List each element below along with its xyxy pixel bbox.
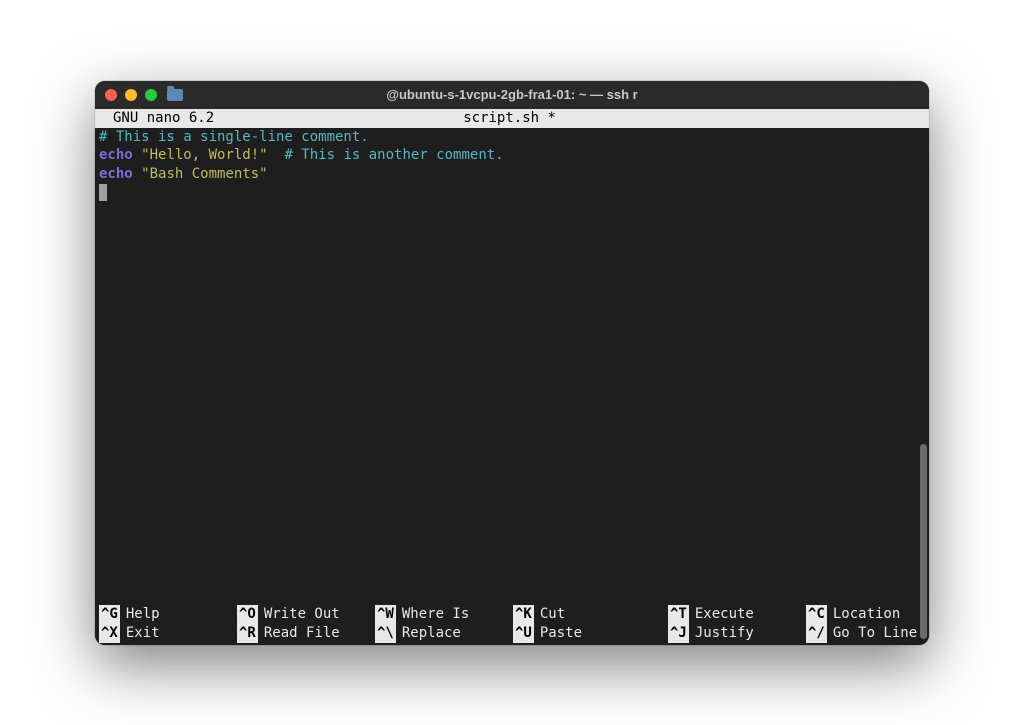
shortcut-read-file[interactable]: ^RRead File xyxy=(237,624,375,643)
shortcut-key: ^\ xyxy=(375,624,396,643)
shortcut-key: ^C xyxy=(806,605,827,624)
window-titlebar: @ubuntu-s-1vcpu-2gb-fra1-01: ~ — ssh r xyxy=(95,81,929,109)
scrollbar-thumb[interactable] xyxy=(920,444,927,639)
string-text: "Bash Comments" xyxy=(141,166,267,182)
shortcut-key: ^G xyxy=(99,605,120,624)
shortcut-where-is[interactable]: ^WWhere Is xyxy=(375,605,513,624)
shortcut-execute[interactable]: ^TExecute xyxy=(668,605,806,624)
folder-icon xyxy=(167,89,183,101)
shortcut-write-out[interactable]: ^OWrite Out xyxy=(237,605,375,624)
shortcut-key: ^O xyxy=(237,605,258,624)
close-icon[interactable] xyxy=(105,89,117,101)
shortcut-label: Justify xyxy=(689,624,754,643)
shortcut-label: Go To Line xyxy=(827,624,917,643)
cursor xyxy=(99,184,107,201)
maximize-icon[interactable] xyxy=(145,89,157,101)
code-line: echo "Bash Comments" xyxy=(99,165,925,184)
shortcut-row: ^XExit ^RRead File ^\Replace ^UPaste ^JJ… xyxy=(99,624,925,643)
shortcut-replace[interactable]: ^\Replace xyxy=(375,624,513,643)
shortcut-paste[interactable]: ^UPaste xyxy=(513,624,668,643)
shortcut-justify[interactable]: ^JJustify xyxy=(668,624,806,643)
shortcut-key: ^/ xyxy=(806,624,827,643)
terminal-window: @ubuntu-s-1vcpu-2gb-fra1-01: ~ — ssh r G… xyxy=(95,81,929,645)
shortcut-key: ^K xyxy=(513,605,534,624)
terminal-body[interactable]: GNU nano 6.2 script.sh * # This is a sin… xyxy=(95,109,929,645)
window-title: @ubuntu-s-1vcpu-2gb-fra1-01: ~ — ssh r xyxy=(386,87,637,102)
shortcut-key: ^X xyxy=(99,624,120,643)
code-line: # This is a single-line comment. xyxy=(99,128,925,147)
shortcut-label: Write Out xyxy=(258,605,340,624)
shortcut-label: Exit xyxy=(120,624,160,643)
comment-text: # This is a single-line comment. xyxy=(99,129,369,145)
comment-text: # This is another comment. xyxy=(284,147,503,163)
shortcut-row: ^GHelp ^OWrite Out ^WWhere Is ^KCut ^TEx… xyxy=(99,605,925,624)
shortcut-label: Execute xyxy=(689,605,754,624)
code-line: echo "Hello, World!" # This is another c… xyxy=(99,146,925,165)
nano-footer: ^GHelp ^OWrite Out ^WWhere Is ^KCut ^TEx… xyxy=(95,605,929,645)
minimize-icon[interactable] xyxy=(125,89,137,101)
shortcut-go-to-line[interactable]: ^/Go To Line xyxy=(806,624,917,643)
shortcut-key: ^W xyxy=(375,605,396,624)
shortcut-cut[interactable]: ^KCut xyxy=(513,605,668,624)
shortcut-label: Location xyxy=(827,605,900,624)
shortcut-exit[interactable]: ^XExit xyxy=(99,624,237,643)
code-line xyxy=(99,184,925,203)
traffic-lights xyxy=(105,89,157,101)
shortcut-label: Cut xyxy=(534,605,565,624)
shortcut-label: Paste xyxy=(534,624,582,643)
shortcut-key: ^R xyxy=(237,624,258,643)
shortcut-key: ^U xyxy=(513,624,534,643)
shortcut-label: Where Is xyxy=(396,605,469,624)
shortcut-label: Replace xyxy=(396,624,461,643)
shortcut-label: Read File xyxy=(258,624,340,643)
nano-filename: script.sh * xyxy=(214,109,805,128)
nano-header: GNU nano 6.2 script.sh * xyxy=(95,109,929,128)
shortcut-help[interactable]: ^GHelp xyxy=(99,605,237,624)
string-text: "Hello, World!" xyxy=(141,147,267,163)
editor-content[interactable]: # This is a single-line comment. echo "H… xyxy=(95,128,929,605)
shortcut-key: ^T xyxy=(668,605,689,624)
keyword-text: echo xyxy=(99,147,133,163)
keyword-text: echo xyxy=(99,166,133,182)
shortcut-key: ^J xyxy=(668,624,689,643)
shortcut-label: Help xyxy=(120,605,160,624)
shortcut-location[interactable]: ^CLocation xyxy=(806,605,900,624)
nano-version: GNU nano 6.2 xyxy=(99,109,214,128)
